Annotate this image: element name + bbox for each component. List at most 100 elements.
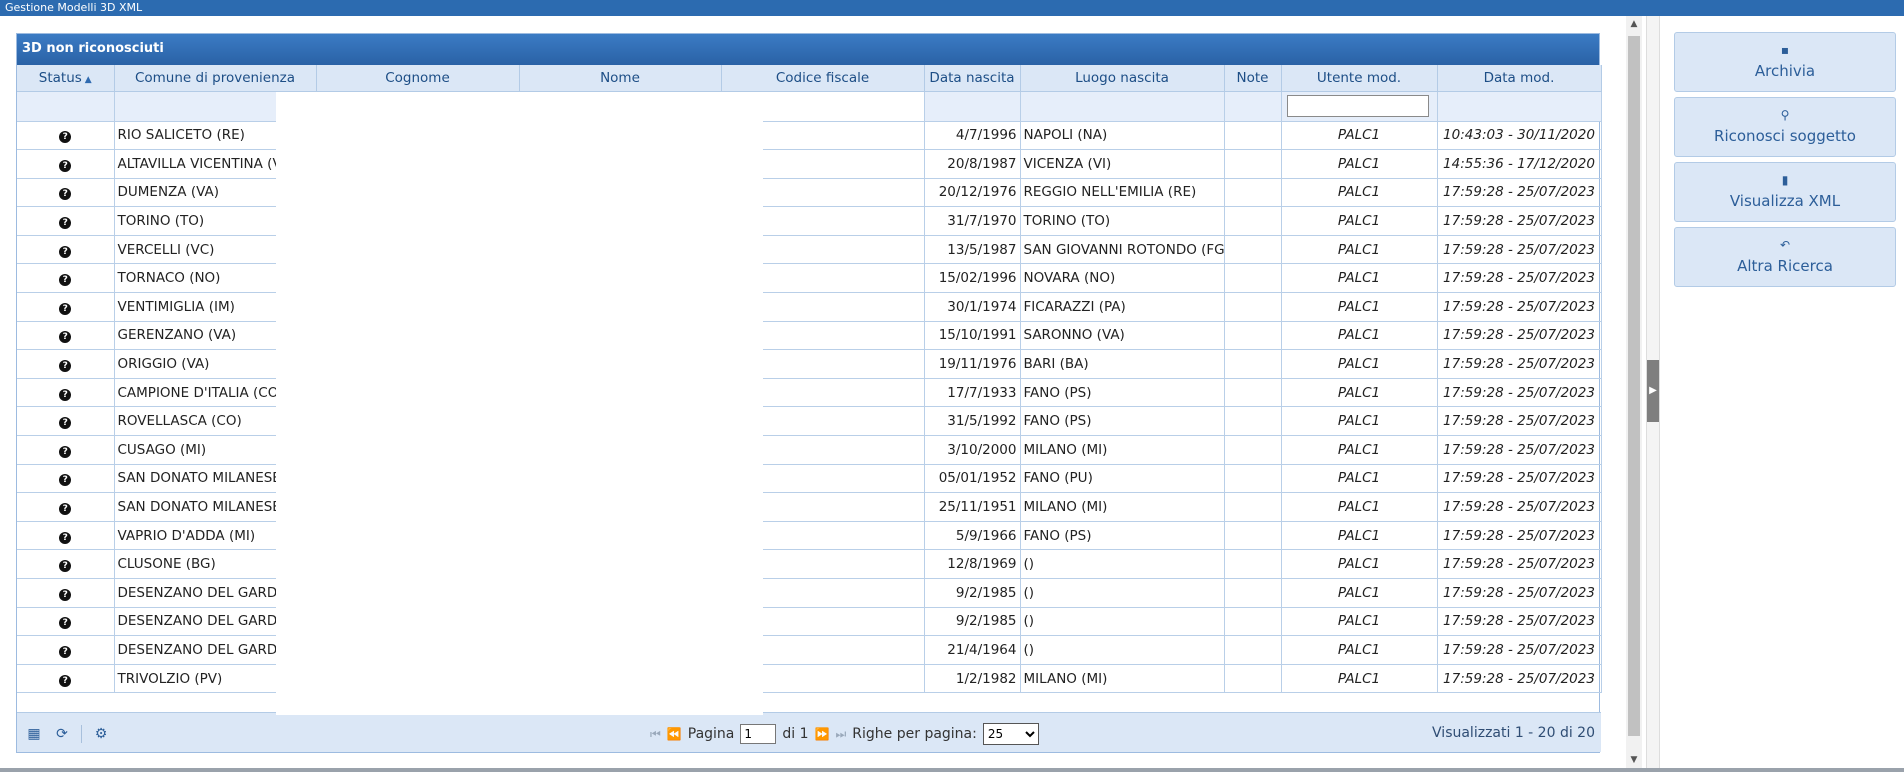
question-circle-icon: ?: [59, 474, 72, 487]
data-nascita-cell: 25/11/1951: [924, 492, 1021, 522]
vertical-scrollbar[interactable]: ▲ ▼: [1626, 16, 1642, 768]
data-nascita-cell: 20/12/1976: [924, 178, 1021, 208]
export-icon[interactable]: ▦: [25, 725, 43, 743]
table-row[interactable]: ?VAPRIO D'ADDA (MI)ZO5/9/1966FANO (PS)PA…: [17, 521, 1602, 551]
column-header-label: Status: [38, 69, 82, 86]
table-row[interactable]: ?CUSAGO (MI)MA3/10/2000MILANO (MI)PALC11…: [17, 435, 1602, 465]
utente-mod-cell: PALC1: [1281, 549, 1438, 579]
scroll-up-icon[interactable]: ▲: [1626, 16, 1642, 32]
table-row[interactable]: ?ALTAVILLA VICENTINA (VI)AC20/8/1987VICE…: [17, 149, 1602, 179]
question-circle-icon: ?: [59, 274, 72, 287]
question-circle-icon: ?: [59, 617, 72, 630]
luogo-nascita-cell: MILANO (MI): [1020, 435, 1225, 465]
luogo-nascita-cell: SARONNO (VA): [1020, 321, 1225, 351]
refresh-icon[interactable]: ⟳: [53, 725, 71, 743]
table-row[interactable]: ?RIO SALICETO (RE)TE4/7/1996NAPOLI (NA)P…: [17, 121, 1602, 151]
gear-icon[interactable]: ⚙: [92, 725, 110, 743]
column-header-cognome[interactable]: Cognome: [316, 65, 520, 92]
filter-cell-data-nascita: [924, 91, 1021, 122]
table-row[interactable]: ?TORINO (TO)GI31/7/1970TORINO (TO)PALC11…: [17, 206, 1602, 236]
luogo-nascita-cell: FANO (PS): [1020, 521, 1225, 551]
column-header-status[interactable]: Status ▲: [17, 65, 115, 92]
column-header-note[interactable]: Note: [1224, 65, 1282, 92]
next-page-icon[interactable]: ⏩: [815, 727, 830, 741]
data-mod-cell: 17:59:28 - 25/07/2023: [1437, 378, 1602, 408]
status-cell: ?: [17, 578, 115, 608]
filter-cell-data-mod: [1437, 91, 1602, 122]
question-circle-icon: ?: [59, 159, 72, 172]
column-header-luogo-nascita[interactable]: Luogo nascita: [1020, 65, 1225, 92]
last-page-icon[interactable]: ⏭: [835, 727, 846, 742]
page-input[interactable]: [740, 724, 777, 744]
data-nascita-cell: 05/01/1952: [924, 464, 1021, 494]
table-row[interactable]: ?TORNACO (NO)AM15/02/1996NOVARA (NO)PALC…: [17, 263, 1602, 294]
archivia-button[interactable]: ▪ Archivia: [1674, 32, 1896, 92]
data-mod-cell: 17:59:28 - 25/07/2023: [1437, 607, 1602, 637]
prev-page-icon[interactable]: ⏪: [667, 727, 682, 741]
data-mod-cell: 17:59:28 - 25/07/2023: [1437, 292, 1602, 322]
data-mod-cell: 17:59:28 - 25/07/2023: [1437, 521, 1602, 551]
toolbar-divider: [81, 725, 82, 743]
records-summary: Visualizzati 1 - 20 di 20: [1432, 725, 1595, 741]
table-row[interactable]: ?CLUSONE (BG)KA12/8/1969()PALC117:59:28 …: [17, 549, 1602, 579]
undo-icon: ↶: [1779, 238, 1791, 252]
search-icon: ⚲: [1780, 108, 1790, 122]
scrollbar-thumb[interactable]: [1628, 36, 1640, 736]
table-row[interactable]: ?DESENZANO DEL GARDA (BS)DC9/2/1985()PAL…: [17, 578, 1602, 608]
rows-per-page-label: Righe per pagina:: [852, 726, 977, 742]
note-cell: [1224, 664, 1282, 694]
altra-ricerca-button[interactable]: ↶ Altra Ricerca: [1674, 227, 1896, 287]
table-row[interactable]: ?VERCELLI (VC)CI13/5/1987SAN GIOVANNI RO…: [17, 235, 1602, 265]
table-row[interactable]: ?TRIVOLZIO (PV)PU1/2/1982MILANO (MI)PALC…: [17, 664, 1602, 694]
data-nascita-cell: 17/7/1933: [924, 378, 1021, 408]
scroll-down-icon[interactable]: ▼: [1626, 752, 1642, 768]
note-cell: [1224, 149, 1282, 179]
first-page-icon[interactable]: ⏮: [650, 727, 661, 742]
luogo-nascita-cell: FANO (PS): [1020, 378, 1225, 408]
note-cell: [1224, 235, 1282, 265]
question-circle-icon: ?: [59, 188, 72, 201]
question-circle-icon: ?: [59, 645, 72, 658]
rows-per-page-select[interactable]: 25: [982, 723, 1039, 745]
table-row[interactable]: ?DESENZANO DEL GARDA (BS)KU21/4/1964()PA…: [17, 635, 1602, 665]
table-row[interactable]: ?VENTIMIGLIA (IM)MI30/1/1974FICARAZZI (P…: [17, 292, 1602, 322]
panel-splitter[interactable]: ▶: [1646, 16, 1660, 768]
utente-mod-cell: PALC1: [1281, 149, 1438, 179]
table-row[interactable]: ?CAMPIONE D'ITALIA (CO)GI17/7/1933FANO (…: [17, 378, 1602, 408]
question-circle-icon: ?: [59, 417, 72, 430]
utente-mod-cell: PALC1: [1281, 378, 1438, 408]
column-header-codice-fiscale[interactable]: Codice fiscale: [721, 65, 925, 92]
data-mod-cell: 17:59:28 - 25/07/2023: [1437, 435, 1602, 465]
table-row[interactable]: ?DESENZANO DEL GARDA (BS)DC9/2/1985()PAL…: [17, 607, 1602, 637]
note-cell: [1224, 549, 1282, 579]
table-row[interactable]: ?DUMENZA (VA)RU20/12/1976REGGIO NELL'EMI…: [17, 178, 1602, 208]
riconosci-soggetto-button[interactable]: ⚲ Riconosci soggetto: [1674, 97, 1896, 157]
note-cell: [1224, 292, 1282, 322]
question-circle-icon: ?: [59, 445, 72, 458]
table-row[interactable]: ?GERENZANO (VA)KU15/10/1991SARONNO (VA)P…: [17, 321, 1602, 351]
column-header-utente-mod[interactable]: Utente mod.: [1281, 65, 1438, 92]
status-cell: ?: [17, 149, 115, 179]
status-cell: ?: [17, 406, 115, 437]
luogo-nascita-cell: REGGIO NELL'EMILIA (RE): [1020, 178, 1225, 208]
column-header-nome[interactable]: Nome: [519, 65, 722, 92]
utente-mod-cell: PALC1: [1281, 406, 1438, 437]
data-nascita-cell: 12/8/1969: [924, 549, 1021, 579]
collapse-arrow-icon[interactable]: ▶: [1647, 360, 1659, 422]
utente-mod-filter-input[interactable]: [1286, 95, 1429, 117]
utente-mod-cell: PALC1: [1281, 435, 1438, 465]
status-cell: ?: [17, 549, 115, 579]
data-mod-cell: 17:59:28 - 25/07/2023: [1437, 492, 1602, 522]
table-row[interactable]: ?SAN DONATO MILANESE (MI)BU05/01/1952FAN…: [17, 464, 1602, 494]
filter-cell-note: [1224, 91, 1282, 122]
column-header-comune[interactable]: Comune di provenienza: [114, 65, 317, 92]
column-header-data-mod[interactable]: Data mod.: [1437, 65, 1602, 92]
column-header-data-nascita[interactable]: Data nascita: [924, 65, 1021, 92]
note-cell: [1224, 406, 1282, 437]
utente-mod-cell: PALC1: [1281, 464, 1438, 494]
table-row[interactable]: ?ORIGGIO (VA)DE19/11/1976BARI (BA)PALC11…: [17, 349, 1602, 379]
table-row[interactable]: ?ROVELLASCA (CO)MA31/5/1992FANO (PS)PALC…: [17, 406, 1602, 437]
visualizza-xml-button[interactable]: ▮ Visualizza XML: [1674, 162, 1896, 222]
table-row[interactable]: ?SAN DONATO MILANESE (MI)SE25/11/1951MIL…: [17, 492, 1602, 522]
data-nascita-cell: 21/4/1964: [924, 635, 1021, 665]
